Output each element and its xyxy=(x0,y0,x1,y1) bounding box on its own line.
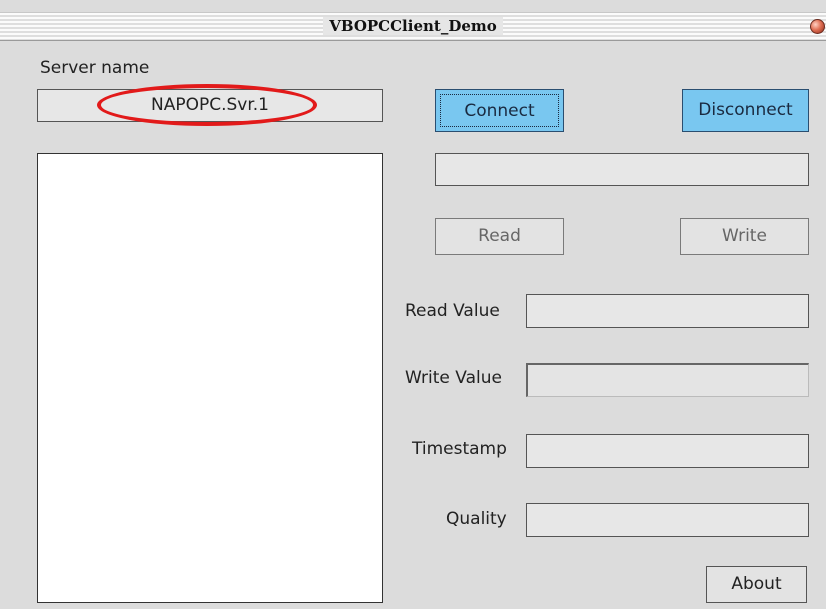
read-value-label: Read Value xyxy=(405,301,500,321)
read-value-field[interactable] xyxy=(526,294,809,328)
write-value-field[interactable] xyxy=(526,363,809,397)
timestamp-field[interactable] xyxy=(526,434,809,468)
connect-button-label: Connect xyxy=(440,94,559,127)
close-icon[interactable] xyxy=(810,19,825,34)
about-button[interactable]: About xyxy=(706,566,807,603)
status-field[interactable] xyxy=(435,153,809,186)
disconnect-button[interactable]: Disconnect xyxy=(682,89,809,132)
read-button[interactable]: Read xyxy=(435,218,564,255)
connect-button[interactable]: Connect xyxy=(435,89,564,132)
item-list[interactable] xyxy=(37,153,383,603)
quality-label: Quality xyxy=(446,509,507,529)
title-bar[interactable]: VBOPCClient_Demo xyxy=(0,12,826,41)
window-title: VBOPCClient_Demo xyxy=(0,17,826,35)
write-value-label: Write Value xyxy=(405,368,502,388)
write-button[interactable]: Write xyxy=(680,218,809,255)
highlight-circle xyxy=(97,84,317,126)
timestamp-label: Timestamp xyxy=(412,439,507,459)
server-name-label: Server name xyxy=(40,58,150,78)
quality-field[interactable] xyxy=(526,503,809,537)
